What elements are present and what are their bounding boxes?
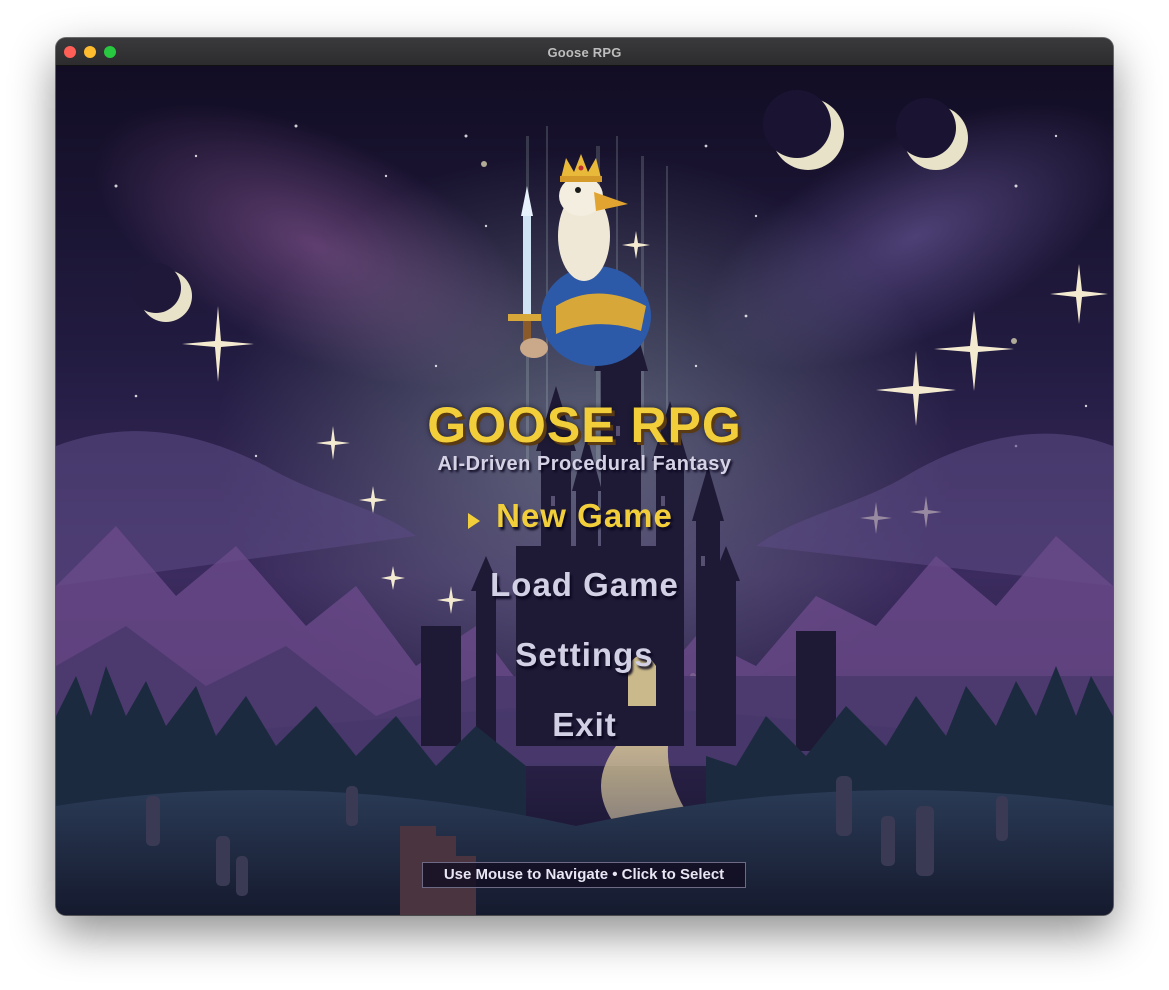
controls-hint: Use Mouse to Navigate • Click to Select (422, 862, 746, 888)
menu-item-new-game[interactable]: New Game (56, 497, 1113, 535)
game-title: GOOSE RPG (427, 397, 742, 453)
window-title: Goose RPG (547, 45, 622, 60)
title-screen: GOOSE RPG AI-Driven Procedural Fantasy N… (56, 66, 1113, 915)
menu-item-label: New Game (496, 497, 673, 534)
menu-item-label: Settings (515, 636, 654, 673)
game-window: Goose RPG GOOSE RPG AI-Driven Procedural… (56, 38, 1113, 915)
menu-item-settings[interactable]: Settings (56, 636, 1113, 674)
menu-item-label: Load Game (490, 566, 679, 603)
menu-item-label: Exit (552, 706, 617, 743)
game-subtitle: AI-Driven Procedural Fantasy (437, 453, 732, 475)
window-titlebar[interactable]: Goose RPG (56, 38, 1113, 66)
background-scene (56, 66, 1113, 915)
menu-item-exit[interactable]: Exit (56, 706, 1113, 744)
menu-item-load-game[interactable]: Load Game (56, 566, 1113, 604)
